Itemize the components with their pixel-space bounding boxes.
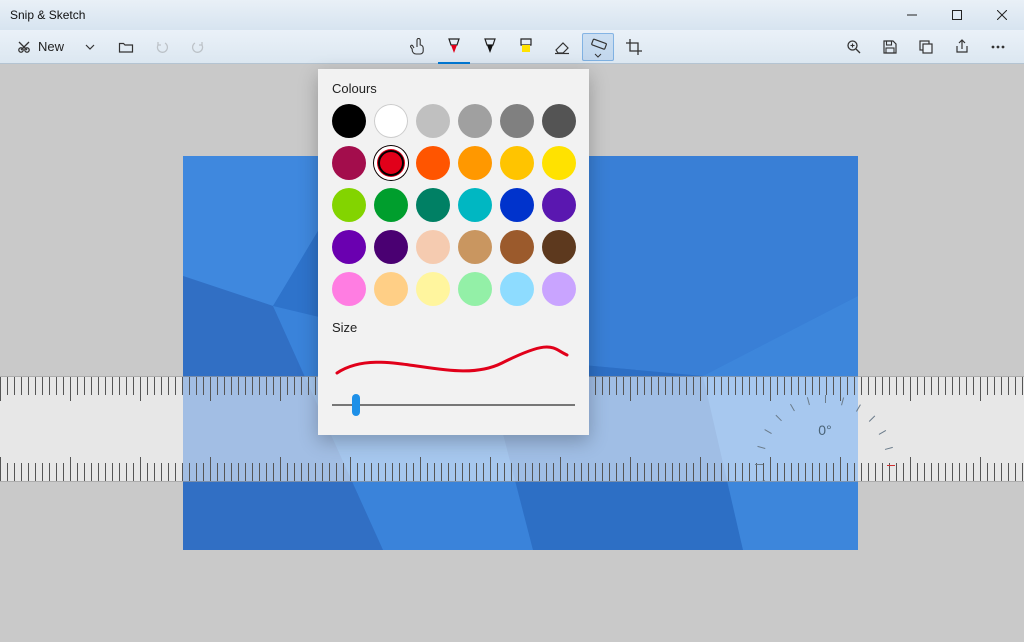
- zoom-icon: [846, 39, 862, 55]
- snip-icon: [16, 39, 32, 55]
- colour-swatch-brown[interactable]: [500, 230, 534, 264]
- colour-swatch-green[interactable]: [374, 188, 408, 222]
- open-file-button[interactable]: [110, 33, 142, 61]
- colour-swatch-dark-red[interactable]: [332, 146, 366, 180]
- new-snip-button[interactable]: New: [10, 33, 70, 61]
- copy-icon: [918, 39, 934, 55]
- eraser-icon: [553, 38, 571, 56]
- chevron-down-icon: [594, 52, 602, 60]
- pen-settings-popup: Colours Size: [318, 69, 589, 435]
- colour-swatch-yellow[interactable]: [542, 146, 576, 180]
- colour-swatches: [332, 104, 575, 306]
- ruler-button[interactable]: [582, 33, 614, 61]
- highlighter-icon: [518, 38, 534, 56]
- colour-swatch-light-green[interactable]: [458, 272, 492, 306]
- colour-swatch-light-blue[interactable]: [500, 272, 534, 306]
- close-button[interactable]: [979, 0, 1024, 30]
- crop-button[interactable]: [618, 33, 650, 61]
- save-button[interactable]: [874, 33, 906, 61]
- copy-button[interactable]: [910, 33, 942, 61]
- colour-swatch-cyan[interactable]: [458, 188, 492, 222]
- colour-swatch-light-purple[interactable]: [542, 272, 576, 306]
- ellipsis-icon: [990, 39, 1006, 55]
- size-slider[interactable]: [332, 393, 575, 417]
- colour-swatch-light-yellow[interactable]: [416, 272, 450, 306]
- colour-swatch-charcoal[interactable]: [542, 104, 576, 138]
- new-snip-dropdown[interactable]: [74, 33, 106, 61]
- window-buttons: [889, 0, 1024, 30]
- colour-swatch-violet[interactable]: [332, 230, 366, 264]
- redo-icon: [190, 39, 206, 55]
- pen-black-icon: [482, 38, 498, 56]
- ballpoint-pen-button[interactable]: [438, 33, 470, 61]
- colour-swatch-red[interactable]: [374, 146, 408, 180]
- colour-swatch-light-orange[interactable]: [374, 272, 408, 306]
- canvas-region: 0° Colours Size: [0, 64, 1024, 642]
- app-title: Snip & Sketch: [10, 8, 85, 22]
- share-button[interactable]: [946, 33, 978, 61]
- toolbar-right: [838, 33, 1014, 61]
- colour-swatch-peach[interactable]: [416, 230, 450, 264]
- colour-swatch-tan[interactable]: [458, 230, 492, 264]
- crop-icon: [625, 38, 643, 56]
- save-icon: [882, 39, 898, 55]
- toolbar-center: [402, 33, 650, 61]
- eraser-button[interactable]: [546, 33, 578, 61]
- colour-swatch-teal-green[interactable]: [416, 188, 450, 222]
- slider-thumb[interactable]: [352, 394, 360, 416]
- touch-writing-button[interactable]: [402, 33, 434, 61]
- size-preview: [332, 343, 575, 387]
- highlighter-button[interactable]: [510, 33, 542, 61]
- colours-heading: Colours: [332, 81, 575, 96]
- colour-swatch-white[interactable]: [374, 104, 408, 138]
- colour-swatch-lime[interactable]: [332, 188, 366, 222]
- folder-icon: [118, 39, 134, 55]
- colour-swatch-blue[interactable]: [500, 188, 534, 222]
- more-button[interactable]: [982, 33, 1014, 61]
- colour-swatch-dark-brown[interactable]: [542, 230, 576, 264]
- maximize-button[interactable]: [934, 0, 979, 30]
- zoom-button[interactable]: [838, 33, 870, 61]
- colour-swatch-pink[interactable]: [332, 272, 366, 306]
- pen-red-icon: [446, 38, 462, 56]
- colour-swatch-orange-red[interactable]: [416, 146, 450, 180]
- colour-swatch-gray[interactable]: [458, 104, 492, 138]
- colour-swatch-gold[interactable]: [500, 146, 534, 180]
- size-heading: Size: [332, 320, 575, 335]
- toolbar-left: New: [10, 33, 214, 61]
- colour-swatch-orange[interactable]: [458, 146, 492, 180]
- ruler-angle-dial[interactable]: 0°: [790, 395, 860, 465]
- colour-swatch-purple[interactable]: [542, 188, 576, 222]
- undo-icon: [154, 39, 170, 55]
- pencil-button[interactable]: [474, 33, 506, 61]
- colour-swatch-black[interactable]: [332, 104, 366, 138]
- share-icon: [954, 39, 970, 55]
- minimize-button[interactable]: [889, 0, 934, 30]
- colour-swatch-dark-gray[interactable]: [500, 104, 534, 138]
- new-label: New: [38, 39, 64, 54]
- colour-swatch-silver[interactable]: [416, 104, 450, 138]
- toolbar: New: [0, 30, 1024, 64]
- touch-icon: [409, 38, 427, 56]
- colour-swatch-dark-purple[interactable]: [374, 230, 408, 264]
- redo-button[interactable]: [182, 33, 214, 61]
- chevron-down-icon: [85, 42, 95, 52]
- titlebar: Snip & Sketch: [0, 0, 1024, 30]
- undo-button[interactable]: [146, 33, 178, 61]
